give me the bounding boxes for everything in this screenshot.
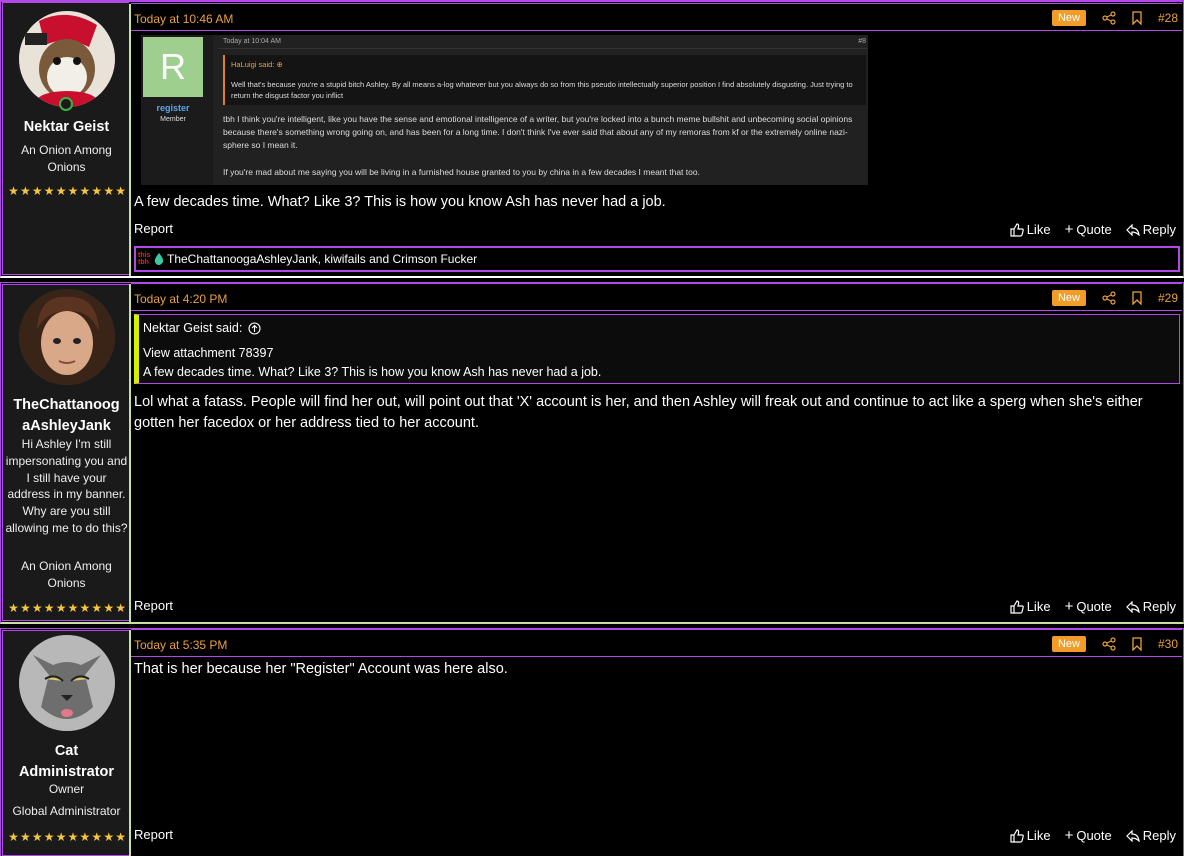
share-icon[interactable] bbox=[1102, 637, 1116, 651]
attachment-quote: HaLuigi said: ⊕ Well that's because you'… bbox=[223, 55, 866, 105]
attachment-number: #8 bbox=[858, 38, 866, 45]
user-title: Global Administrator bbox=[12, 804, 121, 818]
bookmark-icon[interactable] bbox=[1130, 291, 1144, 305]
post-30: Cat Administrator Owner Global Administr… bbox=[0, 628, 1184, 856]
report-link[interactable]: Report bbox=[134, 827, 173, 842]
thumbs-up-icon bbox=[1010, 222, 1024, 237]
reply-icon bbox=[1125, 223, 1140, 236]
reply-icon bbox=[1125, 600, 1140, 613]
quote-button[interactable]: + Quote bbox=[1065, 221, 1112, 238]
rating-stars: ★ ★ ★ ★ ★ ★ ★ ★ ★ ★ bbox=[8, 830, 126, 844]
go-to-quote-icon[interactable] bbox=[248, 321, 261, 335]
user-title: An Onion Among Onions bbox=[21, 143, 112, 174]
post-sidebar: Cat Administrator Owner Global Administr… bbox=[2, 630, 129, 856]
post-header: Today at 4:20 PM New #29 bbox=[131, 283, 1182, 311]
avatar[interactable] bbox=[19, 11, 115, 107]
post-body: That is her because her "Register" Accou… bbox=[134, 661, 508, 677]
attachment-timestamp: Today at 10:04 AM bbox=[223, 38, 281, 45]
quote-text: A few decades time. What? Like 3? This i… bbox=[143, 365, 602, 379]
plus-icon: + bbox=[1064, 598, 1074, 615]
new-badge: New bbox=[1051, 290, 1086, 306]
user-bio: Hi Ashley I'm still impersonating you an… bbox=[5, 437, 128, 535]
attachment-image[interactable]: R register Member Today at 10:04 AM #8 H… bbox=[141, 35, 868, 185]
bookmark-icon[interactable] bbox=[1130, 637, 1144, 651]
username[interactable]: TheChattanoog aAshleyJank bbox=[3, 395, 130, 437]
post-timestamp[interactable]: Today at 4:20 PM bbox=[134, 292, 227, 306]
attachment-role: Member bbox=[160, 116, 186, 123]
user-title: An Onion Among Onions bbox=[21, 559, 112, 590]
plus-icon: + bbox=[1064, 221, 1074, 238]
quote-button[interactable]: + Quote bbox=[1065, 827, 1112, 844]
online-status-icon bbox=[59, 97, 73, 111]
quote-button[interactable]: + Quote bbox=[1065, 598, 1112, 615]
like-button[interactable]: Like bbox=[1010, 598, 1051, 615]
reactions-bar[interactable]: this tbh TheChattanoogaAshleyJank, kiwif… bbox=[134, 246, 1180, 272]
quote-block: Nektar Geist said: View attachment 78397… bbox=[134, 314, 1180, 384]
new-badge: New bbox=[1051, 10, 1086, 26]
share-icon[interactable] bbox=[1102, 291, 1116, 305]
like-button[interactable]: Like bbox=[1010, 221, 1051, 238]
post-number[interactable]: #29 bbox=[1158, 291, 1178, 305]
new-badge: New bbox=[1051, 636, 1086, 652]
post-header: Today at 5:35 PM New #30 bbox=[131, 629, 1182, 657]
thumbs-up-icon bbox=[1010, 599, 1024, 614]
post-body: A few decades time. What? Like 3? This i… bbox=[134, 194, 666, 210]
post-sidebar: TheChattanoog aAshleyJank Hi Ashley I'm … bbox=[2, 284, 129, 621]
report-link[interactable]: Report bbox=[134, 598, 173, 613]
reply-button[interactable]: Reply bbox=[1125, 598, 1176, 615]
reply-icon bbox=[1125, 829, 1140, 842]
attachment-username: register bbox=[156, 103, 190, 113]
user-role: Owner bbox=[48, 782, 85, 796]
username[interactable]: Nektar Geist bbox=[3, 117, 130, 138]
avatar[interactable] bbox=[19, 289, 115, 385]
post-timestamp[interactable]: Today at 10:46 AM bbox=[134, 12, 233, 26]
post-number[interactable]: #28 bbox=[1158, 11, 1178, 25]
reply-button[interactable]: Reply bbox=[1125, 827, 1176, 844]
share-icon[interactable] bbox=[1102, 11, 1116, 25]
post-number[interactable]: #30 bbox=[1158, 637, 1178, 651]
attachment-avatar: R bbox=[143, 37, 203, 97]
thumbs-up-icon bbox=[1010, 828, 1024, 843]
rating-stars: ★ ★ ★ ★ ★ ★ ★ ★ ★ ★ bbox=[8, 601, 126, 615]
post-timestamp[interactable]: Today at 5:35 PM bbox=[134, 638, 227, 652]
report-link[interactable]: Report bbox=[134, 221, 173, 236]
quote-author[interactable]: Nektar Geist said: bbox=[143, 321, 242, 335]
post-28: Nektar Geist An Onion Among Onions ★ ★ ★ ★ ★… bbox=[0, 0, 1184, 278]
view-attachment-link[interactable]: View attachment 78397 bbox=[143, 346, 273, 360]
post-body: Lol what a fatass. People will find her … bbox=[134, 394, 1143, 431]
reactions-list[interactable]: TheChattanoogaAshleyJank, kiwifails and … bbox=[167, 252, 477, 266]
reply-button[interactable]: Reply bbox=[1125, 221, 1176, 238]
avatar[interactable] bbox=[19, 635, 115, 731]
bookmark-icon[interactable] bbox=[1130, 11, 1144, 25]
this-tbh-reaction-icon: this tbh bbox=[138, 252, 164, 266]
plus-icon: + bbox=[1064, 827, 1074, 844]
like-button[interactable]: Like bbox=[1010, 827, 1051, 844]
post-header: Today at 10:46 AM New #28 bbox=[131, 3, 1182, 31]
username[interactable]: Cat Administrator bbox=[3, 741, 130, 783]
post-sidebar: Nektar Geist An Onion Among Onions ★ ★ ★ ★ ★… bbox=[2, 2, 129, 275]
post-29: TheChattanoog aAshleyJank Hi Ashley I'm … bbox=[0, 282, 1184, 624]
rating-stars: ★ ★ ★ ★ ★ ★ ★ ★ ★ ★ bbox=[8, 184, 126, 198]
